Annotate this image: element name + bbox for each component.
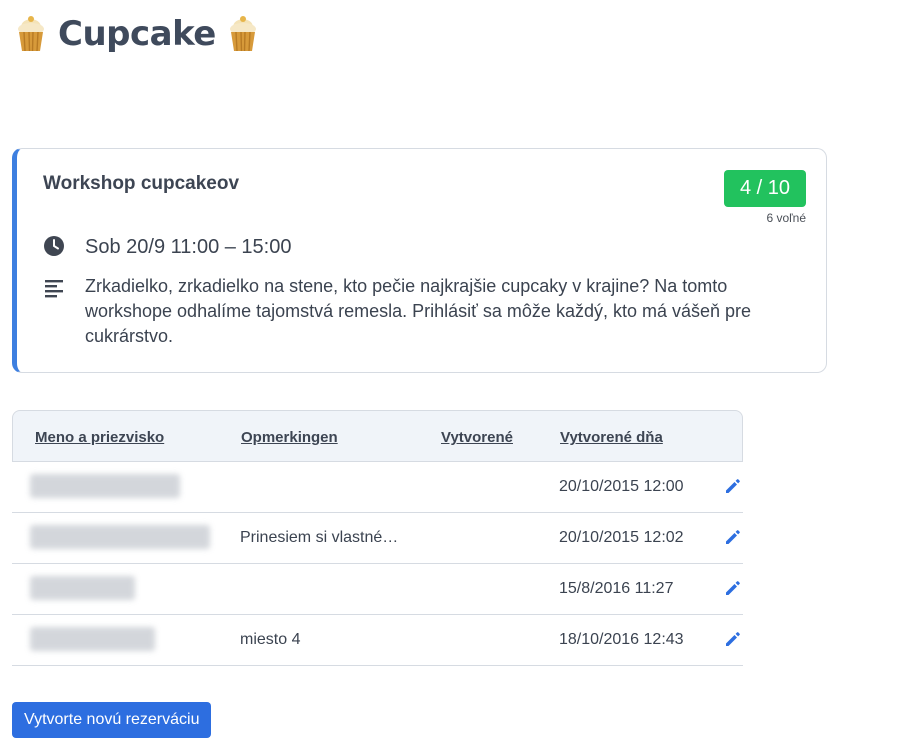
app-header: Cupcake bbox=[14, 14, 260, 54]
capacity-badge: 4 / 10 bbox=[724, 170, 806, 207]
app-title: Cupcake bbox=[58, 14, 216, 54]
row-created-on: 18/10/2016 12:43 bbox=[559, 631, 684, 648]
table-row: Prinesiem si vlastné… 20/10/2015 12:02 bbox=[12, 513, 743, 564]
event-card: Workshop cupcakeov 4 / 10 6 voľné Sob 20… bbox=[12, 148, 827, 373]
event-datetime-row: Sob 20/9 11:00 – 15:00 bbox=[43, 235, 291, 259]
column-header-name[interactable]: Meno a priezvisko bbox=[35, 429, 164, 446]
table-header: Meno a priezvisko Opmerkingen Vytvorené … bbox=[12, 410, 743, 462]
table-row: 15/8/2016 11:27 bbox=[12, 564, 743, 615]
event-datetime: Sob 20/9 11:00 – 15:00 bbox=[85, 236, 292, 258]
pencil-icon[interactable] bbox=[723, 629, 743, 649]
pencil-icon[interactable] bbox=[723, 476, 743, 496]
text-lines-icon bbox=[45, 280, 63, 298]
column-header-created-on[interactable]: Vytvorené dňa bbox=[560, 429, 663, 446]
column-header-notes[interactable]: Opmerkingen bbox=[241, 429, 338, 446]
column-header-created[interactable]: Vytvorené bbox=[441, 429, 513, 446]
clock-icon bbox=[44, 236, 64, 256]
row-note: Prinesiem si vlastné… bbox=[240, 529, 399, 546]
row-created-on: 20/10/2015 12:02 bbox=[559, 529, 684, 546]
redacted-name bbox=[30, 474, 180, 498]
row-created-on: 20/10/2015 12:00 bbox=[559, 478, 684, 495]
redacted-name bbox=[30, 627, 155, 651]
cupcake-icon bbox=[229, 16, 256, 52]
event-title: Workshop cupcakeov bbox=[43, 173, 240, 194]
pencil-icon[interactable] bbox=[723, 578, 743, 598]
row-note: miesto 4 bbox=[240, 631, 301, 648]
event-description-row: Zrkadielko, zrkadielko na stene, kto peč… bbox=[43, 274, 805, 349]
free-spots-label: 6 voľné bbox=[766, 211, 806, 225]
reservations-table: Meno a priezvisko Opmerkingen Vytvorené … bbox=[12, 410, 743, 666]
new-reservation-button[interactable]: Vytvorte novú rezerváciu bbox=[12, 702, 212, 738]
row-created-on: 15/8/2016 11:27 bbox=[559, 580, 674, 597]
cupcake-icon bbox=[18, 16, 44, 52]
redacted-name bbox=[30, 576, 135, 600]
redacted-name bbox=[30, 525, 210, 549]
table-row: miesto 4 18/10/2016 12:43 bbox=[12, 615, 743, 666]
event-description: Zrkadielko, zrkadielko na stene, kto peč… bbox=[85, 276, 752, 346]
pencil-icon[interactable] bbox=[723, 527, 743, 547]
table-row: 20/10/2015 12:00 bbox=[12, 462, 743, 513]
